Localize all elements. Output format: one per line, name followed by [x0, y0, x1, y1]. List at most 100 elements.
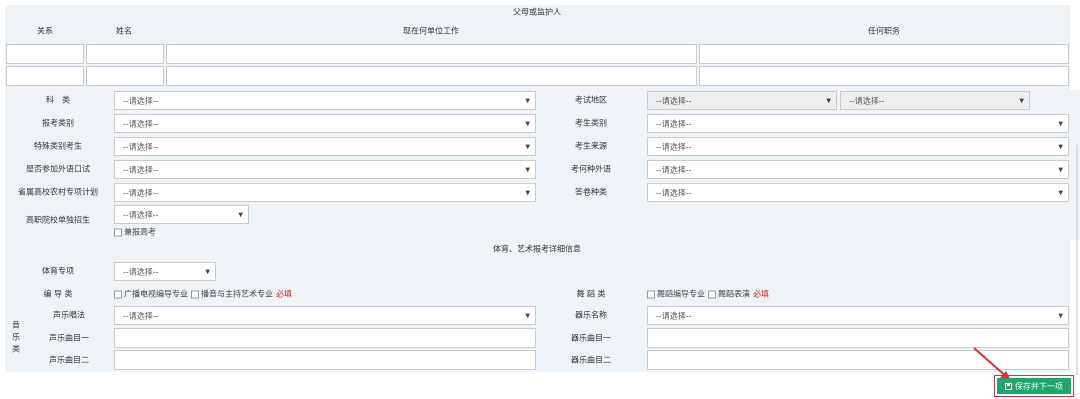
checkbox-icon[interactable]: [114, 290, 122, 298]
rural-plan-label: 省属高校农村专项计划: [18, 187, 98, 197]
checkbox-icon: [114, 228, 122, 236]
parent1-position-input[interactable]: [699, 44, 1069, 64]
instrument-song1-label: 器乐曲目一: [571, 333, 611, 343]
parent2-name-input[interactable]: [86, 66, 164, 86]
scrollbar[interactable]: [1076, 145, 1078, 375]
checkbox-icon[interactable]: [708, 290, 716, 298]
subject-label: 科 类: [46, 95, 70, 105]
chevron-down-icon: ▼: [525, 312, 530, 319]
dance-opt2-label: 舞蹈表演: [718, 289, 750, 299]
header-name: 姓名: [116, 26, 132, 36]
candidate-type-label: 考生类别: [575, 118, 607, 128]
answer-lang-select-value: --请选择--: [656, 188, 692, 197]
rural-plan-select-value: --请选择--: [123, 188, 159, 197]
vocal-method-label: 声乐唱法: [53, 310, 85, 320]
candidate-source-select-value: --请选择--: [656, 142, 692, 151]
chevron-down-icon: ▼: [525, 143, 530, 150]
special-type-label: 特殊类别考生: [34, 141, 82, 151]
foreign-oral-select-value: --请选择--: [123, 165, 159, 174]
vocational-select-value: --请选择--: [123, 210, 159, 219]
chevron-down-icon: ▼: [525, 166, 530, 173]
exam-area-select-2[interactable]: --请选择-- ▼: [840, 91, 1030, 110]
chevron-down-icon: ▼: [525, 120, 530, 127]
answer-lang-select[interactable]: --请选择-- ▼: [647, 183, 1069, 202]
candidate-source-select[interactable]: --请选择-- ▼: [647, 137, 1069, 156]
vocal-song2-label: 声乐曲目二: [49, 355, 89, 365]
header-position: 任何职务: [868, 26, 900, 36]
answer-lang-label: 答卷种类: [575, 187, 607, 197]
dance-options: 舞蹈编导专业 舞蹈表演 必填: [647, 289, 769, 300]
candidate-type-select-value: --请选择--: [656, 119, 692, 128]
apply-type-select[interactable]: --请选择-- ▼: [114, 114, 536, 133]
foreign-lang-select-value: --请选择--: [656, 165, 692, 174]
apply-type-select-value: --请选择--: [123, 119, 159, 128]
dance-required: 必填: [753, 289, 769, 299]
subject-select-value: --请选择--: [123, 96, 159, 105]
vocal-song1-label: 声乐曲目一: [49, 333, 89, 343]
director-required: 必填: [276, 289, 292, 299]
checkbox-icon[interactable]: [191, 290, 199, 298]
director-opt1-label: 广播电视编导专业: [124, 289, 188, 299]
header-workplace: 现在何单位工作: [403, 26, 459, 36]
instrument-song2-label: 器乐曲目二: [571, 355, 611, 365]
music-group-char-1: 音: [12, 320, 20, 330]
subject-select[interactable]: --请选择-- ▼: [114, 91, 536, 110]
sports-select-value: --请选择--: [123, 267, 159, 276]
chevron-down-icon: ▼: [826, 97, 831, 104]
vocal-method-select-value: --请选择--: [123, 311, 159, 320]
chevron-down-icon: ▼: [1058, 312, 1063, 319]
foreign-lang-select[interactable]: --请选择-- ▼: [647, 160, 1069, 179]
director-options: 广播电视编导专业 播音与主持艺术专业 必填: [114, 289, 292, 300]
exam-area-select-1-value: --请选择--: [656, 96, 692, 105]
chevron-down-icon: ▼: [1058, 120, 1063, 127]
candidate-source-label: 考生来源: [575, 141, 607, 151]
chevron-down-icon: ▼: [238, 211, 243, 218]
save-next-button[interactable]: 保存并下一项: [997, 378, 1071, 394]
foreign-oral-select[interactable]: --请选择-- ▼: [114, 160, 536, 179]
parent1-relation-input[interactable]: [6, 44, 84, 64]
dance-label: 舞 蹈 类: [576, 289, 606, 299]
foreign-lang-label: 考何种外语: [571, 164, 611, 174]
vocal-method-select[interactable]: --请选择-- ▼: [114, 306, 536, 325]
foreign-oral-label: 是否参加外语口试: [26, 164, 90, 174]
special-type-select[interactable]: --请选择-- ▼: [114, 137, 536, 156]
vocal-song1-input[interactable]: [114, 328, 536, 348]
also-apply-checkbox[interactable]: 兼报高考: [114, 227, 156, 238]
exam-area-select-2-value: --请选择--: [849, 96, 885, 105]
chevron-down-icon: ▼: [1019, 97, 1024, 104]
music-group-char-2: 乐: [12, 332, 20, 342]
sports-select[interactable]: --请选择-- ▼: [114, 262, 216, 281]
instrument-name-select[interactable]: --请选择-- ▼: [647, 306, 1069, 325]
chevron-down-icon: ▼: [1058, 166, 1063, 173]
parent2-workplace-input[interactable]: [166, 66, 697, 86]
vocal-song2-input[interactable]: [114, 350, 536, 370]
chevron-down-icon: ▼: [205, 268, 210, 275]
checkbox-icon[interactable]: [647, 290, 655, 298]
save-icon: [1005, 382, 1012, 390]
candidate-type-select[interactable]: --请选择-- ▼: [647, 114, 1069, 133]
instrument-name-label: 器乐名称: [575, 310, 607, 320]
save-next-label: 保存并下一项: [1015, 381, 1063, 391]
music-group-char-3: 类: [12, 344, 20, 354]
parent1-workplace-input[interactable]: [166, 44, 697, 64]
parent2-relation-input[interactable]: [6, 66, 84, 86]
parent1-name-input[interactable]: [86, 44, 164, 64]
art-section-title: 体育、艺术报考详细信息: [493, 244, 581, 254]
exam-area-select-1[interactable]: --请选择-- ▼: [647, 91, 837, 110]
special-type-select-value: --请选择--: [123, 142, 159, 151]
apply-type-label: 报考类别: [42, 118, 74, 128]
vocational-label: 高职院校单独招生: [26, 215, 90, 225]
chevron-down-icon: ▼: [525, 97, 530, 104]
parents-title: 父母或监护人: [513, 7, 561, 17]
rural-plan-select[interactable]: --请选择-- ▼: [114, 183, 536, 202]
header-relation: 关系: [37, 26, 53, 36]
also-apply-label: 兼报高考: [124, 227, 156, 237]
director-opt2-label: 播音与主持艺术专业: [201, 289, 273, 299]
instrument-name-select-value: --请选择--: [656, 311, 692, 320]
dance-opt1-label: 舞蹈编导专业: [657, 289, 705, 299]
chevron-down-icon: ▼: [525, 189, 530, 196]
vocational-select[interactable]: --请选择-- ▼: [114, 205, 249, 224]
parent2-position-input[interactable]: [699, 66, 1069, 86]
chevron-down-icon: ▼: [1058, 143, 1063, 150]
sports-label: 体育专项: [42, 266, 74, 276]
